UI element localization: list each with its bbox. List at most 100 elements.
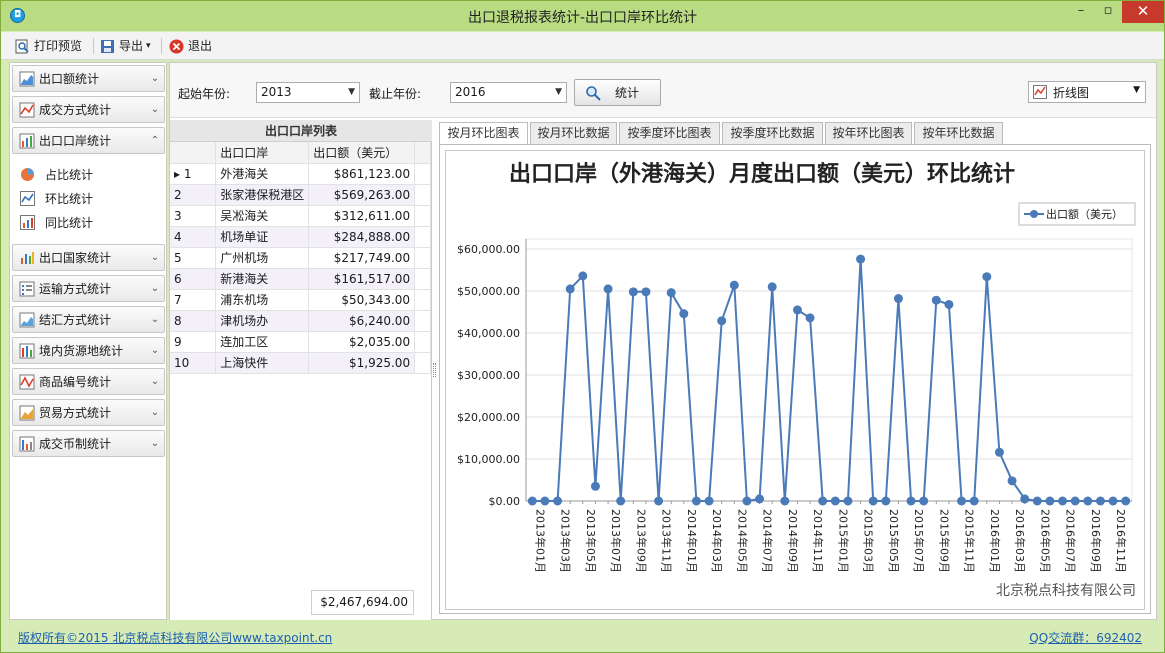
chart-type-value: 折线图 <box>1053 85 1090 100</box>
x-tick-label: 2014年09月 <box>786 509 800 573</box>
x-tick-label: 2013年01月 <box>533 509 547 573</box>
list-icon <box>19 281 35 296</box>
exit-icon <box>169 39 184 53</box>
y-tick-label: $20,000.00 <box>457 411 520 424</box>
export-button[interactable]: 导出 ▾ <box>100 37 151 55</box>
filler-cell <box>414 247 431 269</box>
data-point <box>527 496 537 506</box>
sidebar-group-deal-method[interactable]: 成交方式统计 ⌄ <box>12 96 165 123</box>
data-point <box>691 496 701 506</box>
table-row[interactable]: 5 广州机场 $217,749.00 <box>170 247 431 269</box>
minimize-button[interactable]: – <box>1068 1 1094 23</box>
sidebar-group-currency[interactable]: 成交币制统计 ⌄ <box>12 430 165 457</box>
sidebar: 出口额统计 ⌄ 成交方式统计 ⌄ 出口口岸统计 ⌃ 占比统计 环比统计 同比统计… <box>9 62 167 620</box>
sidebar-group-export-amount[interactable]: 出口额统计 ⌄ <box>12 65 165 92</box>
filler-cell <box>414 226 431 248</box>
data-point <box>856 254 866 264</box>
table-row[interactable]: 7 浦东机场 $50,343.00 <box>170 289 431 311</box>
copyright-link[interactable]: 版权所有©2015 北京税点科技有限公司www.taxpoint.cn <box>18 629 332 646</box>
pie-chart-icon <box>21 167 34 181</box>
sidebar-item-yoy[interactable]: 同比统计 <box>20 211 93 233</box>
row-index: 2 <box>170 184 217 206</box>
table-row[interactable]: 10 上海快件 $1,925.00 <box>170 352 431 374</box>
x-tick-label: 2013年05月 <box>584 509 598 573</box>
line-chart: 出口口岸（外港海关）月度出口额（美元）环比统计 出口额（美元） $0.00 $10… <box>457 161 1136 599</box>
tab-yearly-data[interactable]: 按年环比数据 <box>914 122 1003 144</box>
tab-quarterly-data[interactable]: 按季度环比数据 <box>722 122 823 144</box>
end-year-select[interactable]: 2016 ▼ <box>450 82 567 103</box>
x-tick-label: 2014年03月 <box>710 509 724 573</box>
close-button[interactable]: ✕ <box>1122 1 1164 23</box>
sidebar-group-settlement[interactable]: 结汇方式统计 ⌄ <box>12 306 165 333</box>
x-tick-label: 2015年07月 <box>912 509 926 573</box>
row-index: 6 <box>170 268 217 290</box>
tab-quarterly-chart[interactable]: 按季度环比图表 <box>619 122 720 144</box>
y-tick-label: $50,000.00 <box>457 285 520 298</box>
exit-button[interactable]: 退出 <box>169 37 212 55</box>
data-point <box>578 271 588 281</box>
start-year-select[interactable]: 2013 ▼ <box>256 82 360 103</box>
total-amount: $2,467,694.00 <box>311 590 414 615</box>
sidebar-group-transport[interactable]: 运输方式统计 ⌄ <box>12 275 165 302</box>
sidebar-group-label: 出口口岸统计 <box>39 134 112 148</box>
column-header-amount[interactable]: 出口额（美元） <box>308 142 416 164</box>
sidebar-group-label: 成交方式统计 <box>39 103 112 117</box>
data-point <box>780 496 790 506</box>
amount-cell: $161,517.00 <box>308 268 416 290</box>
data-point <box>881 496 891 506</box>
data-point <box>1083 496 1093 506</box>
x-tick-label: 2016年03月 <box>1013 509 1027 573</box>
tab-yearly-chart[interactable]: 按年环比图表 <box>825 122 912 144</box>
table-row[interactable]: ▸ 1 外港海关 $861,123.00 <box>170 163 431 185</box>
sidebar-group-source[interactable]: 境内货源地统计 ⌄ <box>12 337 165 364</box>
chevron-down-icon: ⌄ <box>150 73 160 84</box>
print-preview-button[interactable]: 打印预览 <box>15 37 82 55</box>
sidebar-group-commodity[interactable]: 商品编号统计 ⌄ <box>12 368 165 395</box>
table-row[interactable]: 8 津机场办 $6,240.00 <box>170 310 431 332</box>
row-index: 4 <box>170 226 217 248</box>
exit-label: 退出 <box>188 39 213 53</box>
statistics-button-label: 统计 <box>615 86 640 100</box>
sidebar-group-label: 贸易方式统计 <box>39 406 112 420</box>
table-row[interactable]: 4 机场单证 $284,888.00 <box>170 226 431 248</box>
print-preview-icon <box>15 39 29 53</box>
sidebar-item-share[interactable]: 占比统计 <box>20 163 93 185</box>
data-point <box>1020 494 1030 504</box>
chart-type-select[interactable]: 折线图 ▼ <box>1028 81 1146 103</box>
data-point <box>755 494 765 504</box>
tab-monthly-data[interactable]: 按月环比数据 <box>530 122 617 144</box>
sidebar-group-label: 成交币制统计 <box>39 437 112 451</box>
line-chart-icon <box>1033 85 1047 99</box>
chevron-down-icon: ⌄ <box>150 438 160 449</box>
start-year-label: 起始年份: <box>178 87 231 101</box>
window-title: 出口退税报表统计-出口口岸环比统计 <box>467 10 698 26</box>
table-row[interactable]: 3 吴凇海关 $312,611.00 <box>170 205 431 227</box>
app-window: ◘ 出口退税报表统计-出口口岸环比统计 – ▫ ✕ 打印预览 导出 ▾ 退出 出… <box>0 0 1165 653</box>
column-header-port[interactable]: 出口口岸 <box>215 142 310 164</box>
data-point <box>906 496 916 506</box>
x-tick-label: 2013年11月 <box>660 509 674 573</box>
tab-monthly-chart[interactable]: 按月环比图表 <box>439 122 528 145</box>
data-point <box>553 496 563 506</box>
maximize-button[interactable]: ▫ <box>1095 1 1121 23</box>
chevron-down-icon: ⌄ <box>150 252 160 263</box>
row-index: ▸ 1 <box>170 163 217 185</box>
qq-group-link[interactable]: QQ交流群：692402 <box>1029 629 1142 646</box>
sidebar-group-trade[interactable]: 贸易方式统计 ⌄ <box>12 399 165 426</box>
data-point <box>565 284 575 294</box>
x-tick-label: 2016年09月 <box>1089 509 1103 573</box>
search-icon <box>586 85 601 101</box>
data-point <box>742 496 752 506</box>
amount-cell: $312,611.00 <box>308 205 416 227</box>
splitter-handle[interactable] <box>433 363 436 377</box>
amount-cell: $50,343.00 <box>308 289 416 311</box>
toolbar-separator <box>161 38 162 54</box>
port-cell: 连加工区 <box>215 331 310 353</box>
statistics-button[interactable]: 统计 <box>574 79 661 106</box>
table-row[interactable]: 6 新港海关 $161,517.00 <box>170 268 431 290</box>
table-row[interactable]: 9 连加工区 $2,035.00 <box>170 331 431 353</box>
table-row[interactable]: 2 张家港保税港区 $569,263.00 <box>170 184 431 206</box>
sidebar-group-country[interactable]: 出口国家统计 ⌄ <box>12 244 165 271</box>
sidebar-group-export-port[interactable]: 出口口岸统计 ⌃ <box>12 127 165 154</box>
sidebar-item-chain[interactable]: 环比统计 <box>20 187 93 209</box>
